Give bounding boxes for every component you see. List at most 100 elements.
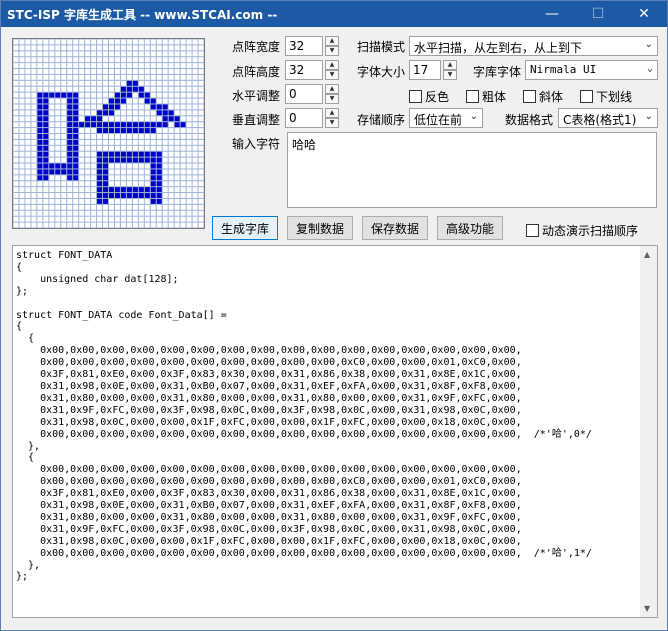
generate-button[interactable]: 生成字库 xyxy=(212,216,278,240)
spin-up-icon[interactable]: ▲ xyxy=(443,60,457,70)
spin-down-icon[interactable]: ▼ xyxy=(443,70,457,80)
checkbox-box[interactable] xyxy=(526,224,539,237)
underline-checkbox[interactable]: 下划线 xyxy=(580,88,632,105)
glyph-pixel-off xyxy=(103,69,108,74)
spin-up-icon[interactable]: ▲ xyxy=(325,84,339,94)
minimize-icon[interactable]: — xyxy=(529,1,575,27)
glyph-pixel-off xyxy=(138,222,144,228)
glyph-pixel-off xyxy=(120,139,126,145)
glyph-pixel-off xyxy=(109,51,114,57)
checkbox-box[interactable] xyxy=(523,90,536,103)
spin-down-icon[interactable]: ▼ xyxy=(325,46,339,56)
glyph-pixel-off xyxy=(79,110,85,116)
spin-up-icon[interactable]: ▲ xyxy=(325,36,339,46)
glyph-pixel-off xyxy=(19,45,25,51)
glyph-pixel-off xyxy=(144,74,150,80)
save-data-button[interactable]: 保存数据 xyxy=(362,216,428,240)
font-face-select[interactable]: Nirmala UI ⌄ xyxy=(525,60,658,80)
glyph-pixel-off xyxy=(31,151,37,157)
scan-mode-select[interactable]: 水平扫描，从左到右，从上到下 ⌄ xyxy=(409,36,658,56)
spin-down-icon[interactable]: ▼ xyxy=(325,94,339,104)
hadjust-spinner[interactable]: ▲ ▼ xyxy=(325,84,339,104)
glyph-pixel-off xyxy=(144,63,150,69)
glyph-pixel-off xyxy=(43,63,49,69)
glyph-pixel-on xyxy=(43,110,49,116)
glyph-pixel-off xyxy=(192,128,198,133)
chevron-down-icon: ⌄ xyxy=(469,111,478,122)
checkbox-box[interactable] xyxy=(580,90,593,103)
glyph-pixel-off xyxy=(109,69,114,74)
hadjust-input[interactable]: 0 xyxy=(285,84,323,104)
glyph-pixel-off xyxy=(43,222,49,228)
bold-checkbox[interactable]: 粗体 xyxy=(466,88,506,105)
glyph-pixel-off xyxy=(162,204,168,210)
demo-scan-checkbox[interactable]: 动态演示扫描顺序 xyxy=(526,222,638,239)
glyph-pixel-off xyxy=(49,139,55,145)
glyph-pixel-off xyxy=(73,187,79,193)
glyph-pixel-off xyxy=(180,98,186,104)
data-format-select[interactable]: C表格(格式1) ⌄ xyxy=(558,108,658,128)
glyph-pixel-on xyxy=(61,163,67,169)
glyph-pixel-on xyxy=(156,169,162,175)
vertical-scrollbar[interactable]: ▲ ▼ xyxy=(640,246,657,617)
italic-checkbox[interactable]: 斜体 xyxy=(523,88,563,105)
glyph-pixel-off xyxy=(67,74,73,80)
glyph-pixel-off xyxy=(180,151,186,157)
width-spinner[interactable]: ▲ ▼ xyxy=(325,36,339,56)
glyph-pixel-off xyxy=(91,104,97,110)
height-spinner[interactable]: ▲ ▼ xyxy=(325,60,339,80)
glyph-pixel-off xyxy=(150,57,156,63)
invert-checkbox[interactable]: 反色 xyxy=(409,88,449,105)
spin-up-icon[interactable]: ▲ xyxy=(325,60,339,70)
glyph-pixel-off xyxy=(198,210,204,216)
spin-down-icon[interactable]: ▼ xyxy=(325,70,339,80)
maximize-icon[interactable]: ☐ xyxy=(575,1,621,27)
glyph-pixel-off xyxy=(186,163,192,169)
glyph-pixel-off xyxy=(180,222,186,228)
glyph-pixel-off xyxy=(55,122,61,128)
vadjust-spinner[interactable]: ▲ ▼ xyxy=(325,108,339,128)
glyph-pixel-off xyxy=(79,193,85,198)
glyph-pixel-on xyxy=(150,151,156,157)
font-size-spinner[interactable]: ▲ ▼ xyxy=(443,60,457,80)
height-input[interactable]: 32 xyxy=(285,60,323,80)
glyph-pixel-off xyxy=(168,45,174,51)
glyph-pixel-off xyxy=(186,104,192,110)
advanced-button[interactable]: 高级功能 xyxy=(437,216,503,240)
glyph-pixel-off xyxy=(186,193,192,198)
glyph-pixel-off xyxy=(91,92,97,98)
glyph-pixel-off xyxy=(91,51,97,57)
glyph-pixel-off xyxy=(186,157,192,163)
glyph-pixel-off xyxy=(49,39,55,45)
glyph-pixel-on xyxy=(103,175,108,181)
glyph-pixel-off xyxy=(132,210,138,216)
spin-up-icon[interactable]: ▲ xyxy=(325,108,339,118)
checkbox-box[interactable] xyxy=(409,90,422,103)
checkbox-box[interactable] xyxy=(466,90,479,103)
glyph-pixel-off xyxy=(79,198,85,204)
copy-data-button[interactable]: 复制数据 xyxy=(287,216,353,240)
spin-down-icon[interactable]: ▼ xyxy=(325,118,339,128)
glyph-pixel-off xyxy=(174,169,180,175)
scroll-down-icon[interactable]: ▼ xyxy=(644,604,650,613)
glyph-pixel-off xyxy=(150,204,156,210)
font-size-label: 字体大小 xyxy=(357,65,406,79)
glyph-pixel-off xyxy=(61,187,67,193)
glyph-pixel-off xyxy=(162,63,168,69)
glyph-pixel-off xyxy=(114,39,120,45)
glyph-pixel-off xyxy=(91,204,97,210)
glyph-pixel-off xyxy=(186,92,192,98)
glyph-pixel-off xyxy=(162,57,168,63)
vadjust-input[interactable]: 0 xyxy=(285,108,323,128)
store-order-select[interactable]: 低位在前 ⌄ xyxy=(409,108,483,128)
glyph-pixel-off xyxy=(91,169,97,175)
scroll-up-icon[interactable]: ▲ xyxy=(644,250,650,259)
output-textarea[interactable]: struct FONT_DATA { unsigned char dat[128… xyxy=(12,245,658,618)
glyph-pixel-off xyxy=(13,181,19,187)
width-input[interactable]: 32 xyxy=(285,36,323,56)
glyph-pixel-off xyxy=(37,216,43,222)
font-size-input[interactable]: 17 xyxy=(409,60,441,80)
glyph-pixel-off xyxy=(198,128,204,133)
close-icon[interactable]: ✕ xyxy=(621,1,667,27)
input-chars-field[interactable]: 哈哈 xyxy=(287,132,657,208)
